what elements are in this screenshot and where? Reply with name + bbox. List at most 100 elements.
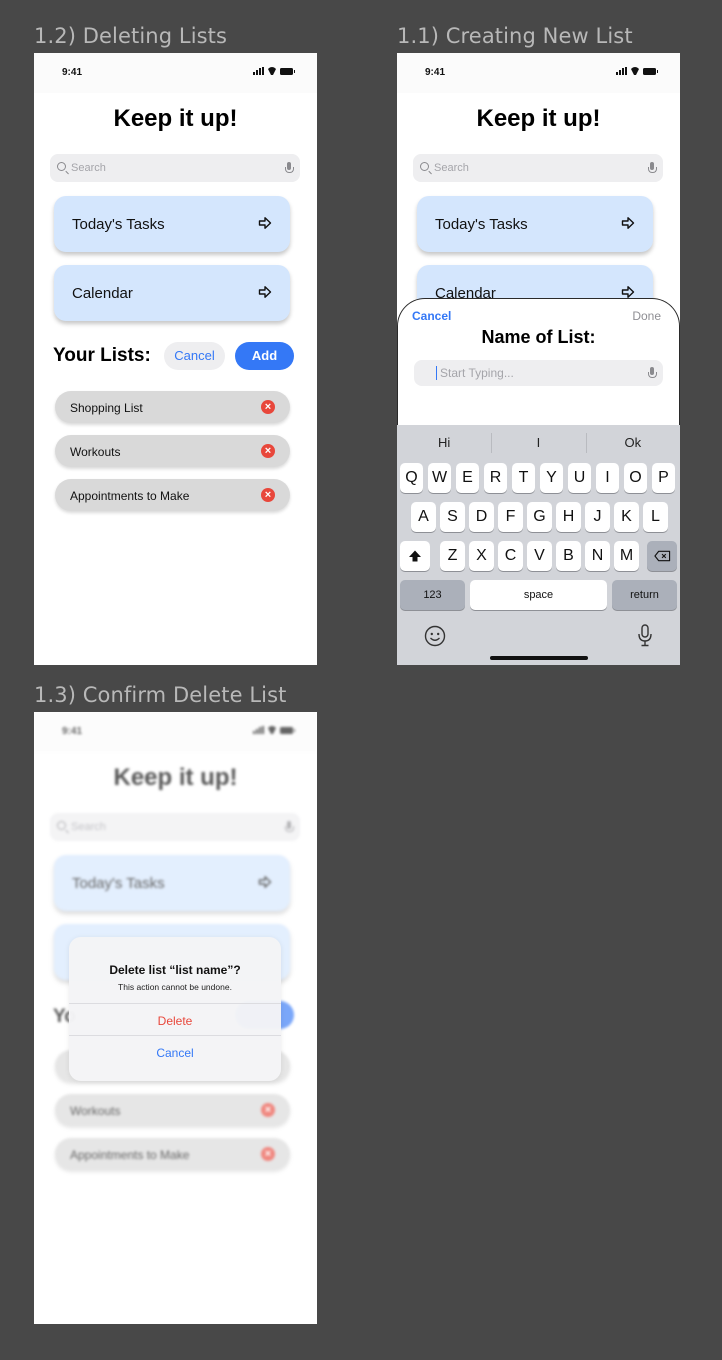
- phone-confirm-delete: 9:41 Keep it up! Search Today's Tasks Yo…: [34, 712, 317, 1324]
- arrow-right-icon: [621, 286, 635, 298]
- divider: [69, 1003, 281, 1004]
- key[interactable]: Q: [400, 463, 423, 493]
- key[interactable]: V: [527, 541, 552, 571]
- key[interactable]: J: [585, 502, 610, 532]
- list-name-input[interactable]: [440, 364, 640, 382]
- sheet-done-button[interactable]: Done: [632, 309, 661, 323]
- dialog-cancel-button[interactable]: Cancel: [69, 1046, 281, 1060]
- key[interactable]: I: [596, 463, 619, 493]
- your-lists-heading: Your Lists:: [53, 345, 151, 366]
- microphone-icon[interactable]: [648, 162, 657, 174]
- list-item-label: Appointments to Make: [70, 489, 190, 503]
- key[interactable]: C: [498, 541, 523, 571]
- emoji-icon[interactable]: [424, 625, 446, 647]
- delete-icon[interactable]: ×: [261, 400, 275, 414]
- list-item[interactable]: Appointments to Make ×: [55, 479, 290, 511]
- prediction-item[interactable]: I: [491, 425, 585, 461]
- wifi-icon: [630, 67, 640, 75]
- new-list-sheet: Cancel Done Name of List:: [397, 298, 680, 428]
- status-time: 9:41: [62, 67, 83, 78]
- card-label: Today's Tasks: [72, 216, 165, 233]
- list-name-field[interactable]: [414, 360, 663, 386]
- microphone-icon[interactable]: [285, 162, 294, 174]
- delete-icon[interactable]: ×: [261, 488, 275, 502]
- key[interactable]: M: [614, 541, 639, 571]
- backspace-icon: [653, 550, 670, 562]
- space-key[interactable]: space: [470, 580, 607, 610]
- cancel-button[interactable]: Cancel: [164, 342, 225, 370]
- list-item-label: Shopping List: [70, 401, 143, 415]
- dialog-message: This action cannot be undone.: [118, 982, 232, 992]
- battery-icon: [280, 68, 295, 75]
- microphone-icon[interactable]: [648, 367, 657, 379]
- key[interactable]: W: [428, 463, 451, 493]
- sheet-cancel-button[interactable]: Cancel: [412, 309, 451, 323]
- shift-key[interactable]: [400, 541, 430, 571]
- numbers-key[interactable]: 123: [400, 580, 465, 610]
- microphone-icon[interactable]: [637, 624, 653, 648]
- card-label: Today's Tasks: [435, 216, 528, 233]
- frame-title-creating: 1.1) Creating New List: [397, 24, 633, 48]
- key[interactable]: Y: [540, 463, 563, 493]
- key[interactable]: Z: [440, 541, 465, 571]
- search-input[interactable]: Search: [413, 154, 663, 182]
- key[interactable]: X: [469, 541, 494, 571]
- key[interactable]: L: [643, 502, 668, 532]
- key[interactable]: R: [484, 463, 507, 493]
- shift-icon: [409, 550, 421, 562]
- calendar-card[interactable]: Calendar: [54, 265, 290, 321]
- key[interactable]: T: [512, 463, 535, 493]
- key[interactable]: P: [652, 463, 675, 493]
- backspace-key[interactable]: [647, 541, 677, 571]
- home-indicator: [490, 656, 588, 660]
- key[interactable]: H: [556, 502, 581, 532]
- signal-icon: [253, 67, 264, 75]
- todays-tasks-card[interactable]: Today's Tasks: [54, 196, 290, 252]
- return-key[interactable]: return: [612, 580, 677, 610]
- key[interactable]: O: [624, 463, 647, 493]
- wifi-icon: [267, 67, 277, 75]
- key[interactable]: S: [440, 502, 465, 532]
- arrow-right-icon: [621, 217, 635, 229]
- arrow-right-icon: [258, 217, 272, 229]
- sheet-title: Name of List:: [481, 327, 596, 347]
- search-icon: [420, 162, 429, 171]
- prediction-item[interactable]: Ok: [585, 425, 680, 461]
- search-input[interactable]: Search: [50, 154, 300, 182]
- dialog-title: Delete list “list name”?: [109, 963, 241, 977]
- frame-title-deleting: 1.2) Deleting Lists: [34, 24, 228, 48]
- divider: [69, 1035, 281, 1036]
- key[interactable]: N: [585, 541, 610, 571]
- key[interactable]: K: [614, 502, 639, 532]
- page-title: Keep it up!: [476, 105, 601, 132]
- status-bar: 9:41: [397, 53, 680, 93]
- key[interactable]: U: [568, 463, 591, 493]
- list-item[interactable]: Shopping List ×: [55, 391, 290, 423]
- signal-icon: [616, 67, 627, 75]
- phone-creating-list: 9:41 Keep it up! Search Today's Tasks Ca…: [397, 53, 680, 665]
- frame-title-confirm: 1.3) Confirm Delete List: [34, 683, 287, 707]
- todays-tasks-card[interactable]: Today's Tasks: [417, 196, 653, 252]
- search-placeholder: Search: [71, 162, 106, 174]
- predictive-bar: Hi I Ok: [397, 425, 680, 461]
- key[interactable]: E: [456, 463, 479, 493]
- confirm-delete-dialog: Delete list “list name”? This action can…: [69, 937, 281, 1081]
- list-item[interactable]: Workouts ×: [55, 435, 290, 467]
- key[interactable]: D: [469, 502, 494, 532]
- prediction-item[interactable]: Hi: [397, 425, 491, 461]
- delete-icon[interactable]: ×: [261, 444, 275, 458]
- key[interactable]: B: [556, 541, 581, 571]
- key[interactable]: G: [527, 502, 552, 532]
- phone-deleting-lists: 9:41 Keep it up! Search Today's Tasks Ca…: [34, 53, 317, 665]
- list-item-label: Workouts: [70, 445, 121, 459]
- status-bar: 9:41: [34, 53, 317, 93]
- page-title: Keep it up!: [113, 105, 238, 132]
- add-button[interactable]: Add: [235, 342, 294, 370]
- delete-button[interactable]: Delete: [69, 1014, 281, 1028]
- status-time: 9:41: [425, 67, 446, 78]
- battery-icon: [643, 68, 658, 75]
- key[interactable]: A: [411, 502, 436, 532]
- keyboard: Hi I Ok Q W E R T Y U I O P A S D F G H …: [397, 425, 680, 665]
- card-label: Calendar: [72, 285, 133, 302]
- key[interactable]: F: [498, 502, 523, 532]
